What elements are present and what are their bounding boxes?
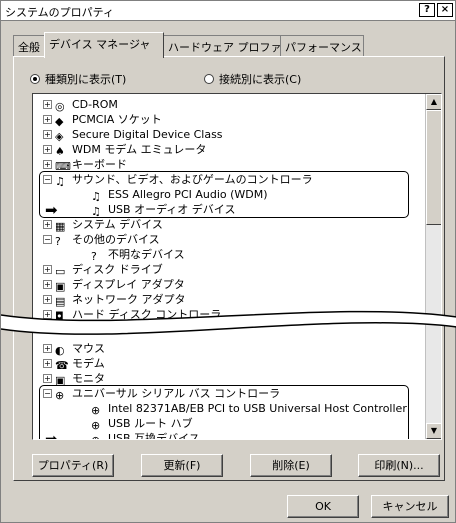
tab-hardware-profiles[interactable]: ハードウェア プロファイル — [163, 35, 304, 57]
tree-item[interactable]: + ▦ システム デバイス — [43, 218, 163, 233]
tree-item-label: マウス — [72, 342, 105, 355]
tree-item[interactable]: + ◆ PCMCIA ソケット — [43, 113, 162, 128]
cdrom-icon: ◎ — [55, 100, 65, 113]
expand-icon[interactable]: + — [43, 359, 52, 368]
cancel-button[interactable]: キャンセル — [371, 495, 449, 518]
tab-general[interactable]: 全般 — [13, 35, 45, 57]
tab-performance[interactable]: パフォーマンス — [280, 35, 364, 57]
usb-group-highlight — [39, 385, 409, 439]
system-device-icon: ▦ — [55, 220, 66, 233]
tree-item[interactable]: + ▭ ディスク ドライブ — [43, 263, 163, 278]
view-by-connection-option[interactable]: 接続別に表示(C) — [204, 71, 301, 87]
tree-item-label: ディスプレイ アダプタ — [72, 278, 185, 291]
expand-icon[interactable]: + — [43, 115, 52, 124]
properties-button[interactable]: プロパティ(R) — [32, 454, 114, 477]
system-properties-window: システムのプロパティ ? × 全般 デバイス マネージャ ハードウェア プロファ… — [0, 0, 456, 523]
tree-item-label: CD-ROM — [72, 98, 118, 111]
arrow-usb-audio-icon: ➡ — [45, 201, 58, 219]
expand-icon[interactable]: + — [43, 344, 52, 353]
expand-icon[interactable]: + — [43, 374, 52, 383]
tree-item[interactable]: + ◈ Secure Digital Device Class — [43, 128, 223, 143]
tree-item[interactable]: + ♠ WDM モデム エミュレータ — [43, 143, 207, 158]
device-manager-panel: 種類別に表示(T) 接続別に表示(C) + ◎ CD-ROM + ◆ PCMCIA ソケッ… — [13, 56, 445, 481]
title-bar: システムのプロパティ ? × — [1, 1, 455, 21]
arrow-usb-compatible-icon: ➡ — [45, 430, 58, 440]
tree-item[interactable]: ? 不明なデバイス — [91, 248, 185, 263]
expand-icon[interactable]: + — [43, 295, 52, 304]
expand-icon[interactable]: + — [43, 265, 52, 274]
remove-button[interactable]: 削除(E) — [250, 454, 332, 477]
tree-item[interactable]: + ◎ CD-ROM — [43, 98, 118, 113]
tree-item[interactable]: + ⌨キーボード — [43, 158, 127, 173]
tree-item[interactable]: + ▣ ディスプレイ アダプタ — [43, 278, 185, 293]
display-adapter-icon: ▣ — [55, 280, 66, 293]
disk-drive-icon: ▭ — [55, 265, 66, 278]
radio-unselected-icon — [204, 74, 214, 84]
tree-item[interactable]: + ☎ モデム — [43, 357, 105, 372]
window-title: システムのプロパティ — [5, 6, 115, 19]
collapse-icon[interactable]: − — [43, 235, 52, 244]
modem-emulator-icon: ♠ — [55, 145, 65, 158]
tree-item-label: 不明なデバイス — [108, 248, 185, 261]
device-tree[interactable]: + ◎ CD-ROM + ◆ PCMCIA ソケット + ◈ Secure Digital De… — [32, 93, 442, 440]
close-button[interactable]: × — [437, 3, 453, 17]
vertical-scrollbar[interactable]: ▲ ▼ — [425, 94, 441, 439]
tree-item-label: モニタ — [72, 372, 105, 385]
tree-item[interactable]: + ◐ マウス — [43, 342, 105, 357]
tree-item-label: Secure Digital Device Class — [72, 128, 223, 141]
mouse-icon: ◐ — [55, 344, 65, 357]
screenshot-break-mark — [1, 310, 456, 335]
expand-icon[interactable]: + — [43, 145, 52, 154]
tree-item[interactable]: + ▤ ネットワーク アダプタ — [43, 293, 186, 308]
expand-icon[interactable]: + — [43, 100, 52, 109]
sound-group-highlight — [39, 171, 409, 218]
help-button[interactable]: ? — [419, 3, 435, 17]
refresh-button[interactable]: 更新(F) — [141, 454, 223, 477]
tree-item[interactable]: −? その他のデバイス — [43, 233, 160, 248]
pcmcia-icon: ◆ — [55, 115, 64, 128]
tree-item-label: PCMCIA ソケット — [72, 113, 162, 126]
tree-item-label: モデム — [72, 357, 105, 370]
view-by-type-label: 種類別に表示(T) — [45, 73, 127, 86]
network-adapter-icon: ▤ — [55, 295, 66, 308]
view-by-type-option[interactable]: 種類別に表示(T) — [30, 71, 126, 87]
scroll-down-icon[interactable]: ▼ — [426, 423, 441, 439]
view-by-connection-label: 接続別に表示(C) — [219, 73, 302, 86]
expand-icon[interactable]: + — [43, 280, 52, 289]
tree-item[interactable]: + ▣ モニタ — [43, 372, 105, 387]
print-button[interactable]: 印刷(N)... — [358, 454, 440, 477]
expand-icon[interactable]: + — [43, 130, 52, 139]
tree-item-label: その他のデバイス — [72, 233, 160, 246]
modem-icon: ☎ — [55, 359, 69, 372]
tab-device-manager[interactable]: デバイス マネージャ — [44, 32, 164, 58]
scroll-thumb[interactable] — [426, 110, 441, 225]
expand-icon[interactable]: + — [43, 220, 52, 229]
unknown-device-icon: ? — [55, 235, 61, 248]
ok-button[interactable]: OK — [287, 495, 359, 518]
tree-item-label: ネットワーク アダプタ — [72, 293, 186, 306]
tree-item-label: WDM モデム エミュレータ — [72, 143, 207, 156]
expand-icon[interactable]: + — [43, 160, 52, 169]
unknown-device-icon: ? — [91, 250, 97, 263]
scroll-up-icon[interactable]: ▲ — [426, 94, 441, 110]
tree-item-label: キーボード — [72, 158, 127, 171]
tree-item-label: ディスク ドライブ — [72, 263, 163, 276]
tree-item-label: システム デバイス — [72, 218, 163, 231]
radio-selected-icon — [30, 74, 40, 84]
sd-card-icon: ◈ — [55, 130, 64, 143]
